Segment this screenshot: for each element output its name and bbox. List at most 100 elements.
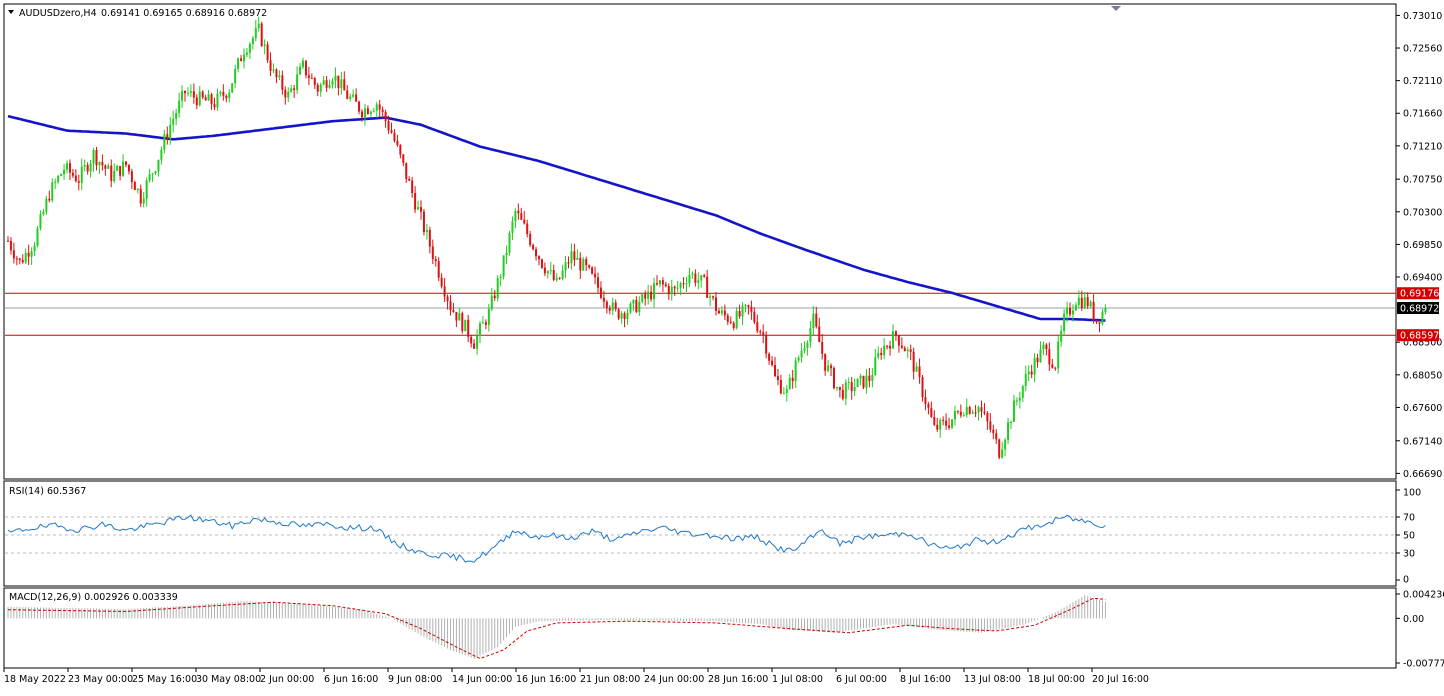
candle-bull xyxy=(340,79,343,89)
candle-bear xyxy=(520,213,523,220)
candle-bull xyxy=(508,233,511,253)
candle-bull xyxy=(514,210,517,222)
candle-bull xyxy=(871,375,874,381)
candle-bear xyxy=(201,91,204,98)
candle-bear xyxy=(517,210,520,214)
candle-bear xyxy=(9,240,12,251)
macd-tick-label: -0.007771 xyxy=(1403,659,1444,670)
candle-bull xyxy=(178,100,181,114)
candle-bear xyxy=(434,259,437,262)
candle-bear xyxy=(868,375,871,381)
symbol-label: AUDUSDzero,H4 xyxy=(19,8,97,19)
candle-bear xyxy=(21,260,24,263)
candle-bull xyxy=(186,92,189,94)
candle-bear xyxy=(18,258,21,261)
chart-canvas: 0.73010 0.72560 0.72110 0.71660 0.71210 0.707… xyxy=(3,3,1444,685)
level-tag-upper: 0.69176 xyxy=(1400,289,1439,300)
candle-bull xyxy=(136,188,139,191)
candle-bear xyxy=(281,75,284,90)
candle-bull xyxy=(670,286,673,295)
candle-bear xyxy=(838,386,841,390)
candle-bear xyxy=(405,162,408,180)
candle-bear xyxy=(821,342,824,354)
candle-bear xyxy=(449,301,452,311)
candle-bear xyxy=(930,407,933,417)
candle-bear xyxy=(732,322,735,329)
candle-bear xyxy=(602,297,605,302)
candle-bull xyxy=(57,176,60,182)
candle-bear xyxy=(765,334,768,354)
candle-bull xyxy=(92,150,95,164)
time-tick-label: 13 Jul 08:00 xyxy=(964,674,1021,685)
candle-bull xyxy=(1101,311,1104,324)
time-tick-label: 24 Jun 00:00 xyxy=(644,674,704,685)
candle-bear xyxy=(378,104,381,110)
candle-bull xyxy=(349,96,352,99)
candle-bear xyxy=(850,382,853,392)
candle-bear xyxy=(656,283,658,285)
candle-bull xyxy=(98,162,101,166)
candle-bull xyxy=(272,69,275,71)
candle-bear xyxy=(597,277,599,288)
candle-bear xyxy=(903,347,906,352)
candle-bull xyxy=(906,349,909,352)
time-tick-label: 28 Jun 16:00 xyxy=(708,674,768,685)
candle-bear xyxy=(682,283,685,285)
candle-bear xyxy=(7,240,9,242)
candle-bear xyxy=(266,44,269,61)
candle-bear xyxy=(998,439,1001,458)
candle-bull xyxy=(809,328,812,343)
candle-bull xyxy=(172,118,175,125)
candle-bull xyxy=(189,91,192,93)
candle-bear xyxy=(942,419,945,421)
macd-label: MACD(12,26,9) 0.002926 0.003339 xyxy=(9,592,178,603)
candle-bear xyxy=(791,377,794,382)
candle-bull xyxy=(806,342,809,348)
candle-bull xyxy=(611,302,614,311)
candle-bull xyxy=(1039,349,1042,363)
candle-bear xyxy=(567,262,570,264)
candle-bull xyxy=(741,306,744,317)
candle-bull xyxy=(237,58,240,69)
time-tick-label: 18 May 2022 xyxy=(4,674,66,685)
time-tick-label: 30 May 08:00 xyxy=(196,674,261,685)
candle-bear xyxy=(747,305,750,307)
rsi-tick-label: 70 xyxy=(1403,513,1415,524)
candle-bear xyxy=(756,322,759,332)
candle-bull xyxy=(219,92,222,94)
candle-bear xyxy=(240,58,243,62)
candle-bear xyxy=(608,308,611,311)
candle-bull xyxy=(797,357,800,361)
candle-bear xyxy=(830,365,833,369)
candle-bull xyxy=(915,366,918,372)
candle-bull xyxy=(700,275,703,281)
candle-bear xyxy=(918,366,921,378)
candle-bear xyxy=(983,411,986,414)
price-tick-label: 0.70750 xyxy=(1403,175,1442,186)
candle-bear xyxy=(712,296,715,298)
candle-bull xyxy=(877,352,880,358)
candle-bear xyxy=(771,360,774,366)
candle-bear xyxy=(473,343,476,349)
candle-bear xyxy=(74,175,77,182)
candle-bear xyxy=(461,313,464,332)
candle-bear xyxy=(986,413,989,422)
candle-bear xyxy=(310,78,313,80)
candle-bear xyxy=(396,140,399,146)
candle-bull xyxy=(1024,374,1027,386)
candle-bear xyxy=(127,164,130,172)
candle-bull xyxy=(1083,297,1086,309)
price-tick-label: 0.72560 xyxy=(1403,44,1442,55)
candle-bear xyxy=(1069,308,1071,315)
candle-bear xyxy=(493,295,496,299)
candle-bear xyxy=(968,407,971,414)
candle-bull xyxy=(1033,357,1036,375)
candle-bull xyxy=(546,271,549,274)
candle-bull xyxy=(66,163,68,170)
candle-bear xyxy=(974,412,977,414)
candle-bear xyxy=(12,250,15,259)
candle-bear xyxy=(313,78,316,85)
candle-bull xyxy=(157,159,160,172)
candle-bull xyxy=(39,214,42,229)
candle-bear xyxy=(393,132,396,141)
